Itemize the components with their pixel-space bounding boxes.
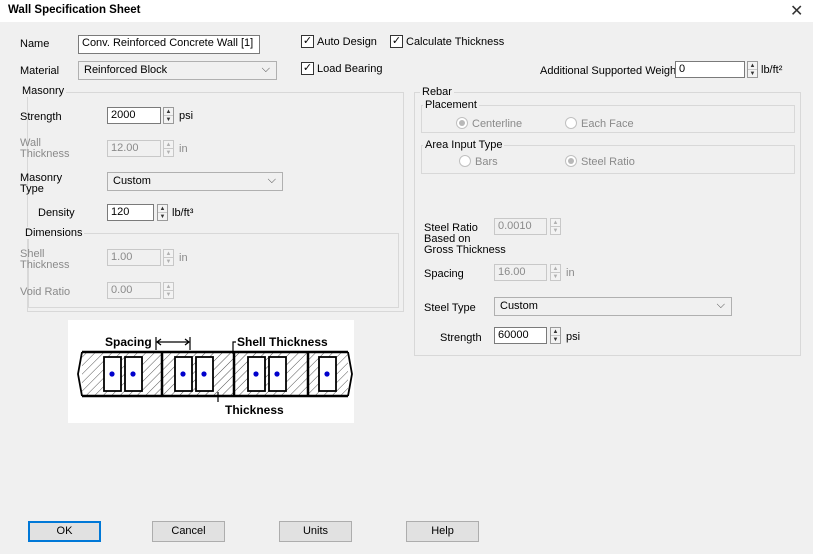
window-title: Wall Specification Sheet — [8, 4, 141, 16]
diagram-shell-thickness-label: Shell Thickness — [237, 335, 328, 349]
masonry-strength-label: Strength — [20, 111, 62, 123]
spacing-input: 16.00 — [494, 264, 547, 281]
masonry-strength-unit: psi — [179, 110, 194, 122]
supported-weight-label: Additional Supported Weight — [540, 65, 680, 77]
void-ratio-input: 0.00 — [107, 282, 161, 299]
shell-thickness-input: 1.00 — [107, 249, 161, 266]
wall-section-diagram: Spacing Shell Thickness Thickness — [68, 320, 354, 423]
spacing-label: Spacing — [424, 268, 464, 280]
steel-ratio-input: 0.0010 — [494, 218, 547, 235]
steel-type-label: Steel Type — [424, 302, 476, 314]
masonry-type-dropdown[interactable]: Custom ⌵ — [107, 172, 283, 191]
calc-thickness-checkbox[interactable]: ✓ — [390, 35, 403, 48]
rebar-group-label: Rebar — [420, 86, 454, 98]
units-button[interactable]: Units — [279, 521, 352, 542]
masonry-group-label: Masonry — [20, 85, 67, 97]
wall-thickness-spinner: ▲ ▼ — [163, 140, 174, 157]
chevron-down-icon: ⌵ — [716, 299, 725, 311]
shell-thickness-unit: in — [179, 252, 188, 264]
steel-ratio-spinner: ▲ ▼ — [550, 218, 561, 235]
density-input[interactable]: 120 — [107, 204, 154, 221]
diagram-spacing-label: Spacing — [105, 335, 152, 349]
rebar-dot — [109, 371, 115, 377]
density-unit: lb/ft³ — [172, 207, 194, 219]
placement-group-label: Placement — [423, 99, 479, 111]
auto-design-label: Auto Design — [317, 36, 377, 48]
rebar-dot — [130, 371, 136, 377]
density-label: Density — [38, 207, 75, 219]
dimensions-group — [28, 233, 399, 308]
steel-strength-spinner[interactable]: ▲ ▼ — [550, 327, 561, 344]
steel-type-value: Custom — [500, 300, 538, 312]
rebar-dot — [253, 371, 259, 377]
auto-design-checkbox[interactable]: ✓ — [301, 35, 314, 48]
dimensions-group-label: Dimensions — [23, 227, 85, 239]
shell-thickness-label-line2: Thickness — [20, 259, 70, 271]
steel-strength-label: Strength — [440, 332, 482, 344]
diagram-thickness-label: Thickness — [225, 403, 284, 417]
calc-thickness-label: Calculate Thickness — [406, 36, 505, 48]
wall-thickness-unit: in — [179, 143, 188, 155]
rebar-dot — [180, 371, 186, 377]
bars-label: Bars — [475, 156, 498, 168]
load-bearing-label: Load Bearing — [317, 63, 383, 75]
material-value: Reinforced Block — [84, 64, 168, 76]
steel-type-dropdown[interactable]: Custom ⌵ — [494, 297, 732, 316]
each-face-label: Each Face — [581, 118, 634, 130]
masonry-type-label-line2: Type — [20, 183, 44, 195]
area-input-group-label: Area Input Type — [423, 139, 505, 151]
ok-button[interactable]: OK — [28, 521, 101, 542]
shell-thickness-spinner: ▲ ▼ — [163, 249, 174, 266]
cancel-button[interactable]: Cancel — [152, 521, 225, 542]
rebar-dot — [274, 371, 280, 377]
centerline-label: Centerline — [472, 118, 523, 130]
bars-radio — [459, 155, 471, 167]
void-ratio-label: Void Ratio — [20, 286, 71, 298]
break-line-right — [347, 351, 353, 397]
spacing-spinner: ▲ ▼ — [550, 264, 561, 281]
chevron-down-icon: ⌵ — [261, 63, 270, 75]
rebar-dot — [324, 371, 330, 377]
steel-ratio-label-line3: Gross Thickness — [424, 244, 506, 256]
masonry-type-value: Custom — [113, 175, 151, 187]
name-label: Name — [20, 38, 50, 50]
void-ratio-spinner: ▲ ▼ — [163, 282, 174, 299]
break-line-left — [77, 351, 83, 397]
wall-thickness-input: 12.00 — [107, 140, 161, 157]
supported-weight-unit: lb/ft² — [761, 64, 783, 76]
masonry-strength-spinner[interactable]: ▲ ▼ — [163, 107, 174, 124]
rebar-dot — [201, 371, 207, 377]
spacing-unit: in — [566, 267, 575, 279]
steel-strength-unit: psi — [566, 331, 581, 343]
wall-thickness-label-line2: Thickness — [20, 148, 70, 160]
steel-ratio-radio-label: Steel Ratio — [581, 156, 635, 168]
masonry-strength-input[interactable]: 2000 — [107, 107, 161, 124]
load-bearing-checkbox[interactable]: ✓ — [301, 62, 314, 75]
name-input[interactable]: Conv. Reinforced Concrete Wall [1] — [78, 35, 260, 54]
supported-weight-input[interactable]: 0 — [675, 61, 745, 78]
each-face-radio — [565, 117, 577, 129]
help-button[interactable]: Help — [406, 521, 479, 542]
density-spinner[interactable]: ▲ ▼ — [157, 204, 168, 221]
supported-weight-spinner[interactable]: ▲ ▼ — [747, 61, 758, 78]
close-icon[interactable]: ✕ — [790, 1, 803, 21]
material-label: Material — [20, 65, 60, 77]
steel-strength-input[interactable]: 60000 — [494, 327, 547, 344]
steel-ratio-radio — [565, 155, 577, 167]
centerline-radio — [456, 117, 468, 129]
chevron-down-icon: ⌵ — [267, 174, 276, 186]
material-dropdown[interactable]: Reinforced Block ⌵ — [78, 61, 277, 80]
